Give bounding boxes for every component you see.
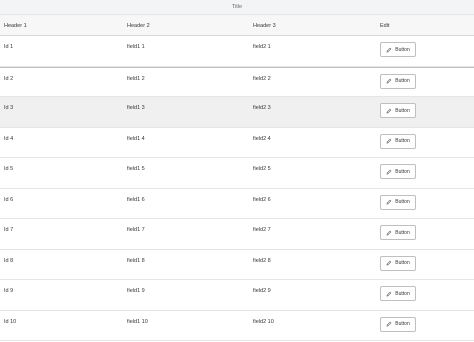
edit-button-label: Button	[395, 107, 410, 114]
table-row[interactable]: Id 7 field1 7 field2 7 Button	[0, 219, 474, 250]
cell-id: Id 1	[4, 44, 14, 50]
cell-field2: field2 5	[253, 166, 271, 172]
edit-button[interactable]: Button	[380, 255, 416, 271]
edit-button-label: Button	[395, 199, 410, 205]
cell-id: Id 3	[4, 105, 14, 111]
column-header-2[interactable]: Header 2	[127, 23, 150, 29]
cell-field2: field2 4	[253, 135, 271, 142]
cell-id: Id 4	[4, 135, 14, 142]
edit-button[interactable]: Button	[380, 103, 416, 118]
edit-button[interactable]: Button	[380, 225, 416, 240]
cell-id: Id 5	[4, 166, 14, 172]
table-title-bar: Title	[0, 0, 474, 15]
edit-button[interactable]: Button	[380, 194, 416, 210]
table-row[interactable]: Id 4 field1 4 field2 4 Button	[0, 127, 474, 158]
cell-field2: field2 7	[253, 227, 271, 233]
table-row[interactable]: Id 8 field1 8 field2 8 Button	[0, 249, 474, 280]
cell-id: Id 2	[4, 75, 14, 82]
table-title: Title	[231, 4, 243, 10]
table-row[interactable]: Id 6 field1 6 field2 6 Button	[0, 188, 474, 219]
cell-field1: field1 2	[127, 75, 145, 82]
pencil-icon	[386, 108, 392, 114]
cell-field1: field1 8	[127, 257, 145, 264]
pencil-icon	[386, 230, 392, 236]
table-row[interactable]: Id 9 field1 9 field2 9 Button	[0, 280, 474, 311]
table-row[interactable]: Id 5 field1 5 field2 5 Button	[0, 158, 474, 189]
pencil-icon	[386, 291, 392, 297]
table-row[interactable]: Id 3 field1 3 field2 3 Button	[0, 97, 474, 128]
column-header-edit[interactable]: Edit	[380, 23, 389, 29]
cell-field2: field2 6	[253, 196, 271, 203]
cell-id: Id 7	[4, 227, 14, 233]
cell-field1: field1 3	[127, 105, 145, 111]
table-header-row: Header 1 Header 2 Header 3 Edit	[0, 15, 474, 36]
cell-field2: field2 2	[253, 75, 271, 82]
edit-button-label: Button	[395, 290, 410, 297]
pencil-icon	[386, 138, 392, 144]
edit-button[interactable]: Button	[380, 42, 416, 57]
pencil-icon	[386, 321, 392, 327]
column-header-3[interactable]: Header 3	[253, 23, 276, 29]
cell-field2: field2 9	[253, 288, 271, 294]
pencil-icon	[386, 260, 392, 266]
edit-button[interactable]: Button	[380, 316, 416, 332]
column-header-1[interactable]: Header 1	[4, 23, 27, 29]
table-row[interactable]: Id 1 field1 1 field2 1 Button	[0, 36, 474, 67]
cell-field2: field2 3	[253, 105, 271, 111]
table-row[interactable]: Id 10 field1 10 field2 10 Button	[0, 310, 474, 341]
cell-field2: field2 10	[253, 318, 274, 325]
cell-field1: field1 10	[127, 318, 148, 325]
edit-button-label: Button	[395, 229, 410, 236]
pencil-icon	[386, 169, 392, 175]
edit-button-label: Button	[395, 46, 410, 53]
cell-field1: field1 4	[127, 135, 145, 142]
cell-field1: field1 1	[127, 44, 145, 50]
pencil-icon	[386, 78, 392, 84]
cell-field1: field1 5	[127, 166, 145, 172]
edit-button-label: Button	[395, 260, 410, 266]
cell-id: Id 8	[4, 257, 14, 264]
cell-field2: field2 8	[253, 257, 271, 264]
edit-button[interactable]: Button	[380, 164, 416, 179]
cell-id: Id 9	[4, 288, 14, 294]
edit-button-label: Button	[395, 138, 410, 144]
edit-button-label: Button	[395, 321, 410, 327]
cell-id: Id 6	[4, 196, 14, 203]
edit-button[interactable]: Button	[380, 73, 416, 89]
edit-button-label: Button	[395, 78, 410, 84]
edit-button[interactable]: Button	[380, 286, 416, 301]
cell-field2: field2 1	[253, 44, 271, 50]
pencil-icon	[386, 47, 392, 53]
data-table: Title Header 1 Header 2 Header 3 Edit Id…	[0, 0, 474, 341]
cell-field1: field1 9	[127, 288, 145, 294]
edit-button-label: Button	[395, 168, 410, 175]
edit-button[interactable]: Button	[380, 133, 416, 149]
cell-id: Id 10	[4, 318, 17, 325]
cell-field1: field1 7	[127, 227, 145, 233]
cell-field1: field1 6	[127, 196, 145, 203]
pencil-icon	[386, 199, 392, 205]
table-row[interactable]: Id 2 field1 2 field2 2 Button	[0, 66, 474, 97]
